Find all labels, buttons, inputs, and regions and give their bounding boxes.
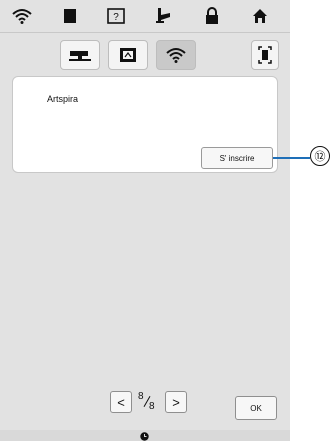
sewing-machine-icon [69, 51, 91, 61]
tab-wireless[interactable] [156, 40, 196, 70]
lock-icon[interactable] [196, 4, 228, 28]
callout-number: ⑫ [310, 146, 330, 166]
embroidery-frame-icon [120, 48, 136, 62]
tab-machine[interactable] [60, 40, 100, 70]
callout-line [273, 157, 310, 159]
help-icon[interactable]: ? [100, 4, 132, 28]
page-indicator: 8 8 [136, 391, 160, 415]
tab-embroidery[interactable] [108, 40, 148, 70]
home-icon[interactable] [244, 4, 276, 28]
machine-frame-icon [258, 46, 272, 64]
sewing-foot-icon[interactable] [148, 4, 180, 28]
top-toolbar: ? [0, 0, 290, 33]
document-icon[interactable] [54, 4, 86, 28]
screen: ? Artspira S' inscrire < 8 8 > OK [0, 0, 290, 441]
wifi-icon[interactable] [6, 4, 38, 28]
prev-page-button[interactable]: < [110, 391, 132, 413]
machine-view-button[interactable] [251, 40, 279, 70]
next-page-button[interactable]: > [165, 391, 187, 413]
page-current: 8 [138, 391, 144, 402]
signup-button[interactable]: S' inscrire [201, 147, 273, 169]
svg-text:?: ? [113, 12, 119, 23]
clock-icon [140, 432, 149, 441]
page-total: 8 [149, 401, 155, 412]
wifi-icon [166, 48, 186, 63]
ok-button[interactable]: OK [235, 396, 277, 420]
app-name-label: Artspira [47, 94, 79, 104]
